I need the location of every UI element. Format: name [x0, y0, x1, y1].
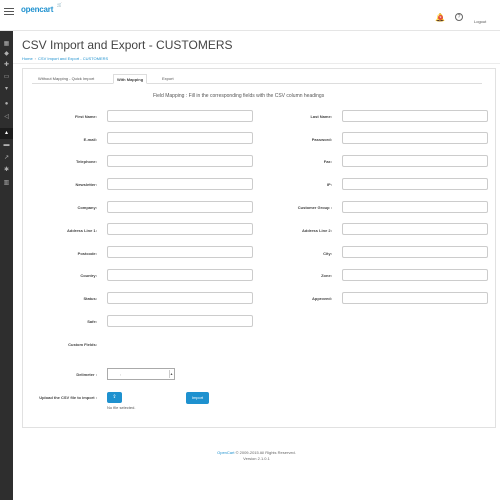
field-label: Password:	[311, 137, 332, 142]
field-label: IP:	[326, 182, 332, 187]
zone-field[interactable]	[342, 269, 488, 281]
city-field[interactable]	[342, 246, 488, 258]
upload-icon: ⇪	[112, 394, 117, 400]
field-label: City:	[323, 251, 332, 256]
field-label: E-mail:	[83, 137, 97, 142]
field-label: Fax:	[323, 159, 332, 164]
person-icon[interactable]: ▴	[3, 130, 10, 136]
customer-group-field[interactable]	[342, 201, 488, 213]
ip-field[interactable]	[342, 178, 488, 190]
delimeter-label: Delimeter :	[76, 372, 97, 377]
footer-version: Version 2.1.0.1	[243, 456, 270, 461]
company-field[interactable]	[107, 201, 253, 213]
tab-bar: Without Mapping - Quick Import With Mapp…	[32, 74, 482, 84]
approved-field[interactable]	[342, 292, 488, 304]
share-icon[interactable]: ◁	[3, 114, 10, 120]
report-icon[interactable]: ▥	[3, 180, 10, 186]
sidebar: ▦ ◆ ✚ ▭ ▾ ● ◁ ▴ ▬ ↗ ✱ ▥	[0, 31, 13, 500]
tag-icon[interactable]: ◆	[3, 51, 10, 57]
country-field[interactable]	[107, 269, 253, 281]
footer-brand-link[interactable]: OpenCart	[217, 450, 234, 455]
top-header: opencart🛒 🔔9 ? Logout	[0, 0, 500, 31]
monitor-icon[interactable]: ▭	[3, 74, 10, 80]
password-field[interactable]	[342, 132, 488, 144]
user-icon[interactable]: ●	[3, 101, 10, 107]
field-label: Address Line 2:	[301, 228, 332, 233]
select-arrow-icon: ▴	[169, 370, 173, 378]
chart-icon[interactable]: ↗	[3, 155, 10, 161]
field-label: Customer Group :	[297, 205, 332, 210]
desktop-icon[interactable]: ▬	[3, 142, 10, 148]
field-label: Zone:	[321, 273, 332, 278]
newsletter-field[interactable]	[107, 178, 253, 190]
cart-icon[interactable]: ▾	[3, 86, 10, 92]
help-icon[interactable]: ?	[455, 13, 463, 21]
notification-bell-icon[interactable]: 🔔9	[435, 13, 445, 22]
page-title: CSV Import and Export - CUSTOMERS	[22, 38, 233, 52]
first-name-field[interactable]	[107, 110, 253, 122]
field-label: Safe:	[87, 319, 97, 324]
breadcrumb-current[interactable]: CSV Import and Export - CUSTOMERS	[38, 56, 108, 61]
field-label: Postcode:	[77, 251, 97, 256]
delimeter-select[interactable]: , ▴	[107, 368, 175, 380]
status-field[interactable]	[107, 292, 253, 304]
menu-toggle-icon[interactable]	[4, 6, 14, 16]
custom-fields-label: Custom Fields:	[68, 342, 97, 347]
opencart-logo[interactable]: opencart 🛒	[21, 2, 62, 14]
logout-link[interactable]: Logout	[474, 19, 486, 24]
field-label: Newsletter:	[75, 182, 97, 187]
field-label: Address Line 1:	[66, 228, 97, 233]
field-label: Telephone:	[75, 159, 97, 164]
upload-button[interactable]: ⇪	[107, 392, 122, 403]
puzzle-icon[interactable]: ✚	[3, 62, 10, 68]
import-button[interactable]: Import	[186, 392, 209, 404]
notification-badge: 9	[438, 15, 443, 20]
field-label: First Name:	[74, 114, 97, 119]
safe-field[interactable]	[107, 315, 253, 327]
field-label: Country:	[80, 273, 97, 278]
mapping-hint: Field Mapping : Fill in the correspondin…	[153, 93, 325, 99]
field-label: Status:	[83, 296, 97, 301]
cart-icon: 🛒	[57, 2, 62, 7]
breadcrumb-home[interactable]: Home	[22, 56, 33, 61]
footer-copyright-text: © 2009-2015 All Rights Reserved.	[234, 450, 296, 455]
delimeter-value: ,	[120, 371, 122, 376]
telephone-field[interactable]	[107, 155, 253, 167]
address-line-1-field[interactable]	[107, 223, 253, 235]
field-label: Last Name:	[310, 114, 332, 119]
email-field[interactable]	[107, 132, 253, 144]
tab-with-mapping[interactable]: With Mapping	[113, 74, 148, 84]
no-file-text: No file selected.	[107, 405, 136, 410]
tab-export[interactable]: Export	[159, 74, 177, 84]
field-label: Company:	[77, 205, 97, 210]
breadcrumb: Home › CSV Import and Export - CUSTOMERS	[22, 56, 109, 61]
last-name-field[interactable]	[342, 110, 488, 122]
footer-copyright: OpenCart © 2009-2015 All Rights Reserved…	[0, 450, 500, 455]
address-line-2-field[interactable]	[342, 223, 488, 235]
field-label: Approved:	[312, 296, 332, 301]
upload-label: Upload the CSV file to import :	[39, 395, 97, 400]
dashboard-icon[interactable]: ▦	[3, 41, 10, 47]
gear-icon[interactable]: ✱	[3, 167, 10, 173]
fax-field[interactable]	[342, 155, 488, 167]
divider	[13, 63, 500, 64]
postcode-field[interactable]	[107, 246, 253, 258]
tab-quick-import[interactable]: Without Mapping - Quick Import	[35, 74, 97, 84]
